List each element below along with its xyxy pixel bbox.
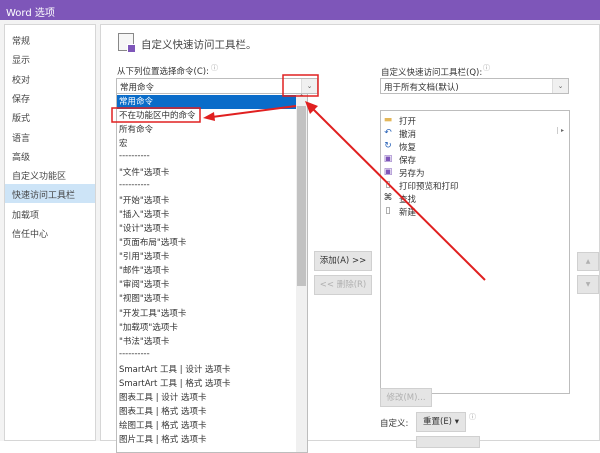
annotation-overlay bbox=[111, 74, 486, 281]
highlight-box-option bbox=[111, 107, 201, 123]
annotation-arrow bbox=[311, 107, 486, 281]
annotation-arrow bbox=[211, 105, 297, 118]
arrowhead-icon bbox=[203, 112, 215, 121]
highlight-box-dropdown bbox=[282, 74, 319, 97]
